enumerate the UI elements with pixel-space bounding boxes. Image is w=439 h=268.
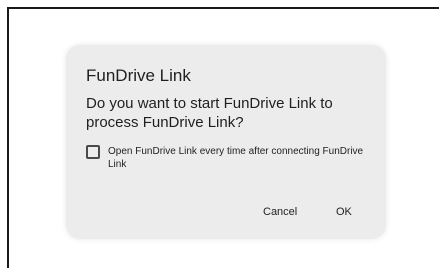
- auto-open-checkbox-label[interactable]: Open FunDrive Link every time after conn…: [108, 145, 378, 171]
- fundrive-link-dialog: FunDrive Link Do you want to start FunDr…: [66, 45, 386, 239]
- auto-open-checkbox[interactable]: [86, 145, 100, 159]
- screen: FunDrive Link Do you want to start FunDr…: [0, 0, 439, 268]
- ok-button[interactable]: OK: [336, 206, 352, 218]
- dialog-title: FunDrive Link: [86, 66, 191, 85]
- dialog-message: Do you want to start FunDrive Link to pr…: [86, 95, 333, 131]
- auto-open-option[interactable]: Open FunDrive Link every time after conn…: [86, 145, 376, 175]
- cancel-button[interactable]: Cancel: [263, 206, 297, 218]
